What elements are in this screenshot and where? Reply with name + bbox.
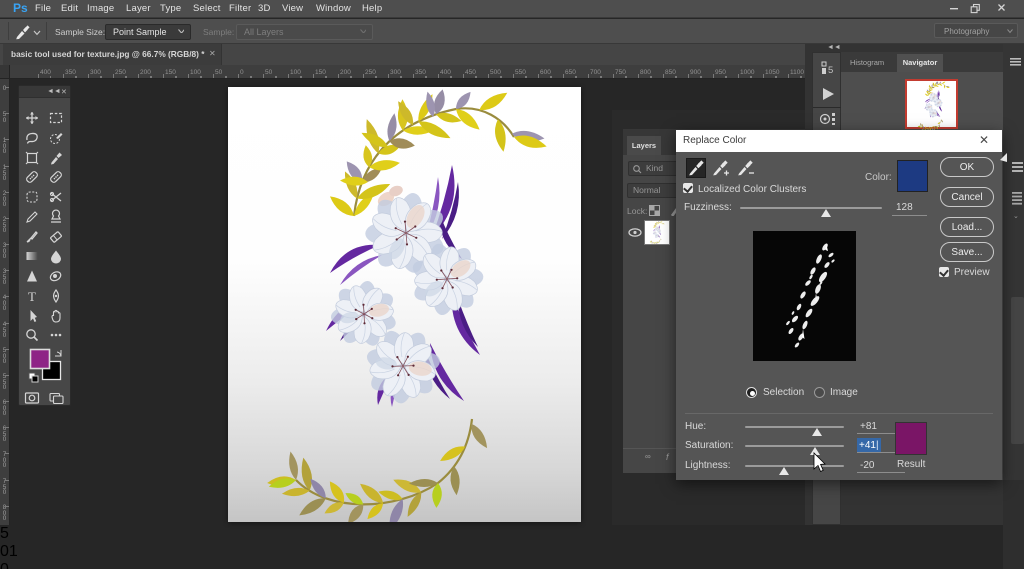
svg-text:T: T — [28, 289, 36, 304]
svg-text:5: 5 — [828, 65, 833, 75]
